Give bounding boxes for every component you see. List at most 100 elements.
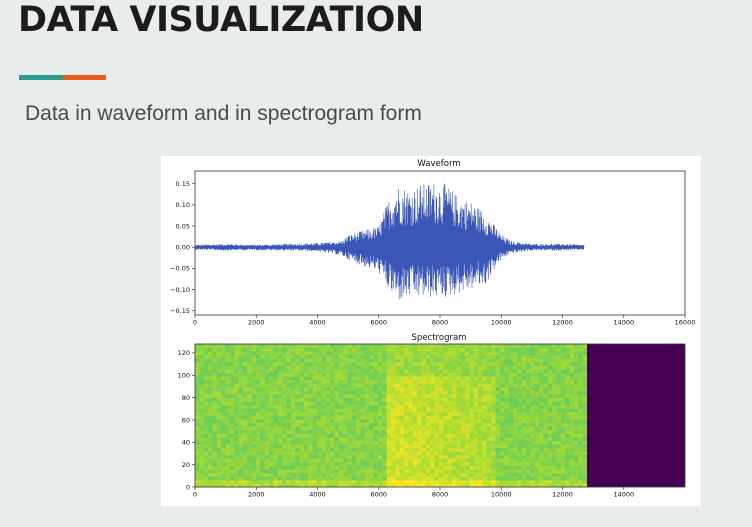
spectrogram-cell [495,379,501,384]
spectrogram-cell [504,404,509,409]
spectrogram-cell [447,376,453,381]
spectrogram-cell [303,454,309,459]
spectrogram-cell [526,415,531,420]
spectrogram-cell [303,472,309,477]
spectrogram-cell [425,379,431,384]
spectrogram-cell [343,408,348,413]
spectrogram-cell [242,419,248,424]
spectrogram-cell [290,426,296,431]
spectrogram-cell [277,358,283,363]
spectrogram-cell [343,465,348,470]
spectrogram-cell [412,461,418,466]
spectrogram-cell [465,419,470,424]
spectrogram-cell [347,347,353,352]
spectrogram-cell [495,411,501,416]
spectrogram-cell [312,422,318,427]
spectrogram-cell [526,472,531,477]
spectrogram-cell [338,429,344,434]
spectrogram-cell [565,422,570,427]
spectrogram-cell [212,397,218,402]
spectrogram-cell [504,447,509,452]
spectrogram-cell [251,383,257,388]
spectrogram-cell [264,429,270,434]
spectrogram-cell [517,465,523,470]
spectrogram-cell [395,372,401,377]
spectrogram-cell [399,422,405,427]
spectrogram-cell [208,401,213,406]
spectrogram-cell [225,361,231,366]
spectrogram-cell [465,358,470,363]
spectrogram-cell [526,429,531,434]
spectrogram-cell [334,422,340,427]
spectrogram-cell [330,376,335,381]
spectrogram-cell [412,351,418,356]
spectrogram-cell [582,369,588,374]
spectrogram-cell [282,461,287,466]
spectrogram-cell [203,361,209,366]
spectrogram-cell [282,394,287,399]
spectrogram-cell [338,411,344,416]
spectrogram-cell [573,472,579,477]
spectrogram-cell [290,422,296,427]
spectrogram-cell [343,369,348,374]
spectrogram-cell [286,465,292,470]
spectrogram-cell [356,444,361,449]
spectrogram-cell [404,433,409,438]
spectrogram-cell [469,458,475,463]
spectrogram-cell [377,397,383,402]
spectrogram-cell [286,365,292,370]
spectrogram-cell [229,461,235,466]
spectrogram-cell [373,419,379,424]
spectrogram-cell [303,469,309,474]
spectrogram-cell [517,383,523,388]
spectrogram-cell [195,422,200,427]
spectrogram-cell [277,394,283,399]
spectrogram-cell [382,358,388,363]
spectrogram-cell [316,476,322,481]
spectrogram-cell [556,472,562,477]
spectrogram-cell [391,358,396,363]
spectrogram-cell [312,386,318,391]
spectrogram-cell [526,469,531,474]
spectrogram-cell [251,433,257,438]
spectrogram-cell [473,386,479,391]
spectrogram-cell [338,397,344,402]
spectrogram-cell [399,404,405,409]
spectrogram-cell [282,347,287,352]
spectrogram-cell [569,472,575,477]
spectrogram-cell [491,454,496,459]
spectrogram-cell [451,429,457,434]
spectrogram-cell [512,429,518,434]
spectrogram-cell [373,365,379,370]
spectrogram-cell [282,419,287,424]
spectrogram-cell [321,419,327,424]
spectrogram-cell [434,354,440,359]
spectrogram-cell [438,390,444,395]
spectrogram-cell [325,376,331,381]
spectrogram-cell [495,361,501,366]
spectrogram-cell [260,433,266,438]
spectrogram-cell [312,411,318,416]
spectrogram-cell [199,447,205,452]
spectrogram-cell [295,440,300,445]
spectrogram-cell [369,436,374,441]
spectrogram-cell [412,436,418,441]
spectrogram-cell [504,444,509,449]
spectrogram-cell [395,426,401,431]
spectrogram-cell [438,469,444,474]
spectrogram-cell [399,458,405,463]
spectrogram-cell [216,351,222,356]
spectrogram-cell [269,404,274,409]
spectrogram-cell [290,436,296,441]
spectrogram-cell [395,444,401,449]
spectrogram-cell [451,408,457,413]
spectrogram-cell [391,383,396,388]
spectrogram-cell [517,390,523,395]
spectrogram-cell [308,351,313,356]
spectrogram-cell [330,419,335,424]
spectrogram-cell [356,472,361,477]
spectrogram-cell [316,404,322,409]
spectrogram-cell [399,426,405,431]
spectrogram-cell [225,344,231,348]
spectrogram-cell [499,465,505,470]
